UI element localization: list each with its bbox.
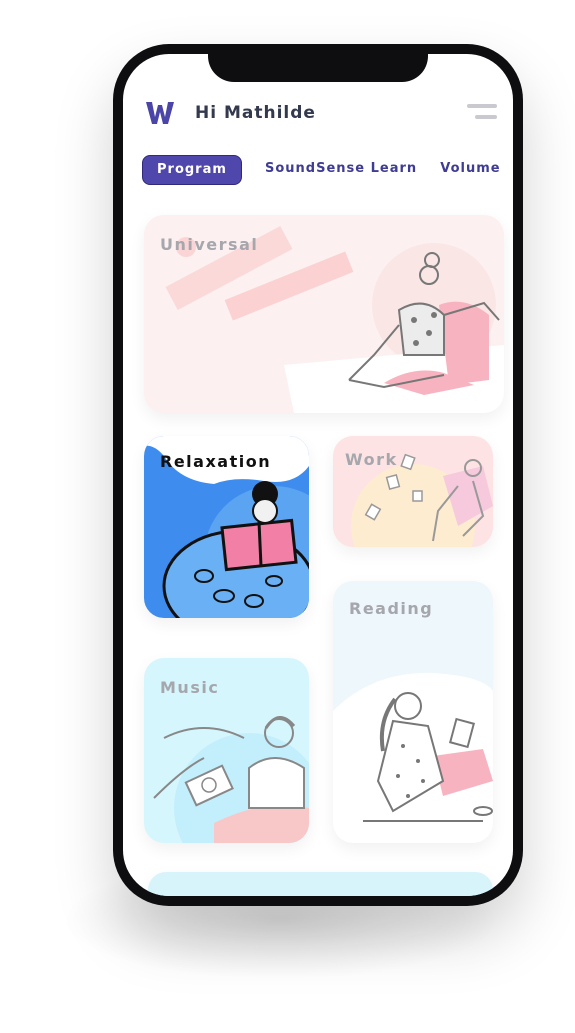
- universal-card[interactable]: Universal: [144, 215, 504, 413]
- w-logo-icon[interactable]: [144, 99, 176, 127]
- phone-notch: [208, 54, 428, 82]
- music-label: Music: [160, 678, 220, 697]
- tab-volume[interactable]: Volume: [440, 155, 500, 183]
- universal-label: Universal: [160, 235, 259, 254]
- music-card[interactable]: Music: [144, 658, 309, 843]
- woman-reading-illustration: [333, 672, 493, 843]
- program-tabs: Program SoundSense Learn Volume S: [142, 155, 513, 185]
- work-label: Work: [345, 450, 398, 469]
- greeting-text: Hi Mathilde: [195, 103, 316, 123]
- relaxation-label: Relaxation: [160, 452, 272, 471]
- hamburger-menu-icon[interactable]: [463, 102, 499, 128]
- work-card[interactable]: Work: [333, 436, 493, 547]
- app-screen: Hi Mathilde Program SoundSense Learn Vol…: [123, 54, 513, 896]
- relaxation-card[interactable]: Relaxation: [144, 436, 309, 618]
- tab-soundsense-learn[interactable]: SoundSense Learn: [265, 155, 417, 183]
- phone-frame: Hi Mathilde Program SoundSense Learn Vol…: [113, 44, 523, 906]
- next-card-partial[interactable]: [148, 872, 493, 896]
- reading-card[interactable]: Reading: [333, 581, 493, 843]
- tab-program[interactable]: Program: [142, 155, 242, 185]
- reading-label: Reading: [349, 599, 434, 618]
